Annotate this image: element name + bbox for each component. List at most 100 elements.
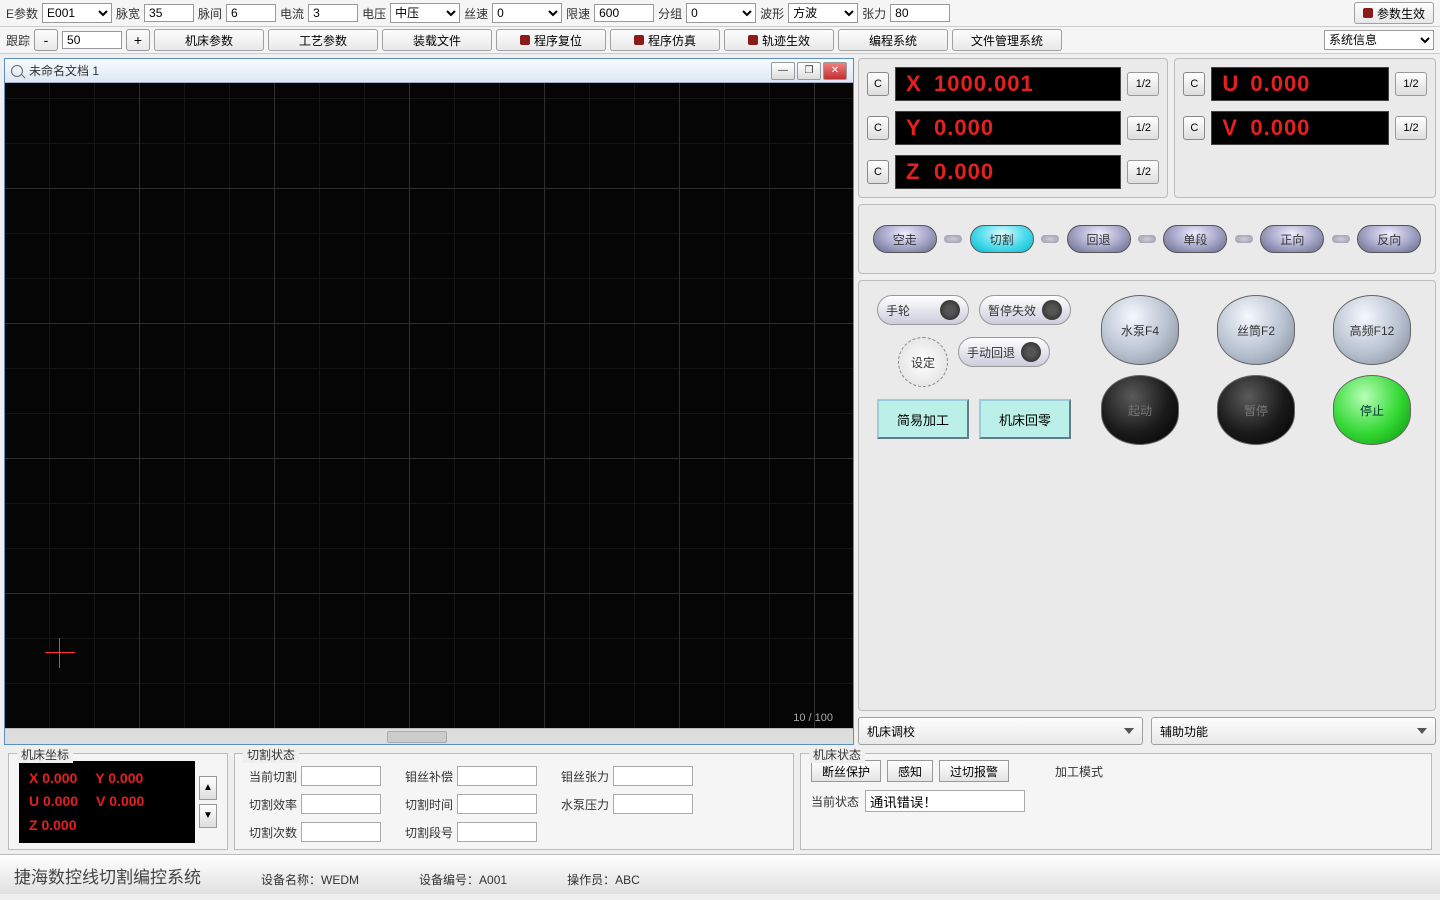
handwheel-toggle[interactable]: 手轮 — [877, 295, 969, 325]
machine-home-button[interactable]: 机床回零 — [979, 399, 1071, 439]
pump-press-input[interactable] — [613, 794, 693, 814]
track-plus-button[interactable]: + — [126, 29, 150, 51]
simple-machining-button[interactable]: 简易加工 — [877, 399, 969, 439]
pause-button[interactable]: 暂停 — [1217, 375, 1295, 445]
cur-input[interactable] — [308, 4, 358, 22]
half-x-button[interactable]: 1/2 — [1127, 72, 1159, 96]
limspd-label: 限速 — [566, 5, 590, 22]
wave-label: 波形 — [760, 5, 784, 22]
mode-cut-button[interactable]: 切割 — [970, 225, 1034, 253]
current-status-input — [865, 790, 1025, 812]
dro-z: Z0.000 — [895, 155, 1121, 189]
wave-select[interactable]: 方波 — [788, 3, 858, 23]
wirespd-select[interactable]: 0 — [492, 3, 562, 23]
settings-gear-button[interactable]: 设定 — [898, 337, 948, 387]
apply-params-button[interactable]: 参数生效 — [1354, 2, 1434, 24]
drawing-canvas[interactable]: 10 / 100 — [5, 83, 853, 728]
eparam-select[interactable]: E001 — [42, 3, 112, 23]
trace-apply-button[interactable]: 轨迹生效 — [724, 29, 834, 51]
lamp-icon — [748, 35, 758, 45]
filemgr-button[interactable]: 文件管理系统 — [952, 29, 1062, 51]
wiredrum-button[interactable]: 丝筒F2 — [1217, 295, 1295, 365]
cur-label: 电流 — [280, 5, 304, 22]
machine-coord-display: X 0.000Y 0.000 U 0.000V 0.000 Z 0.000 — [19, 761, 195, 843]
cut-seg-input[interactable] — [457, 822, 537, 842]
load-file-button[interactable]: 装载文件 — [382, 29, 492, 51]
sense-button[interactable]: 感知 — [887, 760, 933, 782]
wire-comp-input[interactable] — [457, 766, 537, 786]
mode-forward-button[interactable]: 正向 — [1260, 225, 1324, 253]
cut-time-input[interactable] — [457, 794, 537, 814]
operator: ABC — [615, 873, 640, 887]
half-y-button[interactable]: 1/2 — [1127, 116, 1159, 140]
dro-x: X1000.001 — [895, 67, 1121, 101]
wirespd-label: 丝速 — [464, 5, 488, 22]
volt-select[interactable]: 中压 — [390, 3, 460, 23]
cut-eff-input[interactable] — [301, 794, 381, 814]
lamp-icon — [634, 35, 644, 45]
machine-adjust-dropdown[interactable]: 机床调校 — [858, 717, 1143, 745]
hscrollbar[interactable] — [5, 728, 853, 744]
pump-button[interactable]: 水泵F4 — [1101, 295, 1179, 365]
device-name: WEDM — [321, 873, 359, 887]
clear-x-button[interactable]: C — [867, 72, 889, 96]
hf-button[interactable]: 高频F12 — [1333, 295, 1411, 365]
clear-y-button[interactable]: C — [867, 116, 889, 140]
canvas-scale: 10 / 100 — [793, 712, 833, 724]
track-minus-button[interactable]: - — [34, 29, 58, 51]
close-icon[interactable]: ✕ — [823, 62, 847, 80]
half-v-button[interactable]: 1/2 — [1395, 116, 1427, 140]
grp-select[interactable]: 0 — [686, 3, 756, 23]
dro-u: U0.000 — [1211, 67, 1389, 101]
cut-status-group: 切割状态 当前切割 钼丝补偿 钼丝张力 切割效率 切割时间 水泵压力 切割次数 … — [234, 753, 794, 850]
current-cut-input[interactable] — [301, 766, 381, 786]
overcut-alarm-button[interactable]: 过切报警 — [939, 760, 1009, 782]
clear-u-button[interactable]: C — [1183, 72, 1205, 96]
pi-input[interactable] — [226, 4, 276, 22]
track-label: 跟踪 — [6, 32, 30, 49]
wirebreak-protect-button[interactable]: 断丝保护 — [811, 760, 881, 782]
clear-z-button[interactable]: C — [867, 160, 889, 184]
sysinfo-select[interactable]: 系统信息 — [1324, 30, 1434, 50]
mode-retract-button[interactable]: 回退 — [1067, 225, 1131, 253]
stop-button[interactable]: 停止 — [1333, 375, 1411, 445]
minimize-icon[interactable]: — — [771, 62, 795, 80]
mc-down-button[interactable]: ▼ — [199, 804, 217, 828]
mc-up-button[interactable]: ▲ — [199, 776, 217, 800]
origin-cross-icon — [45, 638, 75, 668]
eparam-label: E参数 — [6, 5, 38, 22]
start-button[interactable]: 起动 — [1101, 375, 1179, 445]
mode-single-button[interactable]: 单段 — [1163, 225, 1227, 253]
pw-label: 脉宽 — [116, 5, 140, 22]
volt-label: 电压 — [362, 5, 386, 22]
clear-v-button[interactable]: C — [1183, 116, 1205, 140]
pw-input[interactable] — [144, 4, 194, 22]
machine-coord-group: 机床坐标 X 0.000Y 0.000 U 0.000V 0.000 Z 0.0… — [8, 753, 228, 850]
cut-count-input[interactable] — [301, 822, 381, 842]
half-z-button[interactable]: 1/2 — [1127, 160, 1159, 184]
wire-tension-input[interactable] — [613, 766, 693, 786]
lamp-icon — [520, 35, 530, 45]
limspd-input[interactable] — [594, 4, 654, 22]
chevron-down-icon — [1417, 728, 1427, 734]
mode-dryrun-button[interactable]: 空走 — [873, 225, 937, 253]
machining-mode-label: 加工模式 — [1055, 763, 1103, 780]
mode-reverse-button[interactable]: 反向 — [1357, 225, 1421, 253]
process-params-button[interactable]: 工艺参数 — [268, 29, 378, 51]
ten-label: 张力 — [862, 5, 886, 22]
machine-status-group: 机床状态 断丝保护 感知 过切报警 加工模式 当前状态 — [800, 753, 1432, 850]
current-status-label: 当前状态 — [811, 793, 859, 810]
pi-label: 脉间 — [198, 5, 222, 22]
pausedisable-toggle[interactable]: 暂停失效 — [979, 295, 1071, 325]
half-u-button[interactable]: 1/2 — [1395, 72, 1427, 96]
manual-retract-toggle[interactable]: 手动回退 — [958, 337, 1050, 367]
programming-button[interactable]: 编程系统 — [838, 29, 948, 51]
ten-input[interactable] — [890, 4, 950, 22]
maximize-icon[interactable]: ❐ — [797, 62, 821, 80]
aux-func-dropdown[interactable]: 辅助功能 — [1151, 717, 1436, 745]
track-input[interactable] — [62, 31, 122, 49]
device-id: A001 — [479, 873, 507, 887]
program-sim-button[interactable]: 程序仿真 — [610, 29, 720, 51]
machine-params-button[interactable]: 机床参数 — [154, 29, 264, 51]
program-reset-button[interactable]: 程序复位 — [496, 29, 606, 51]
